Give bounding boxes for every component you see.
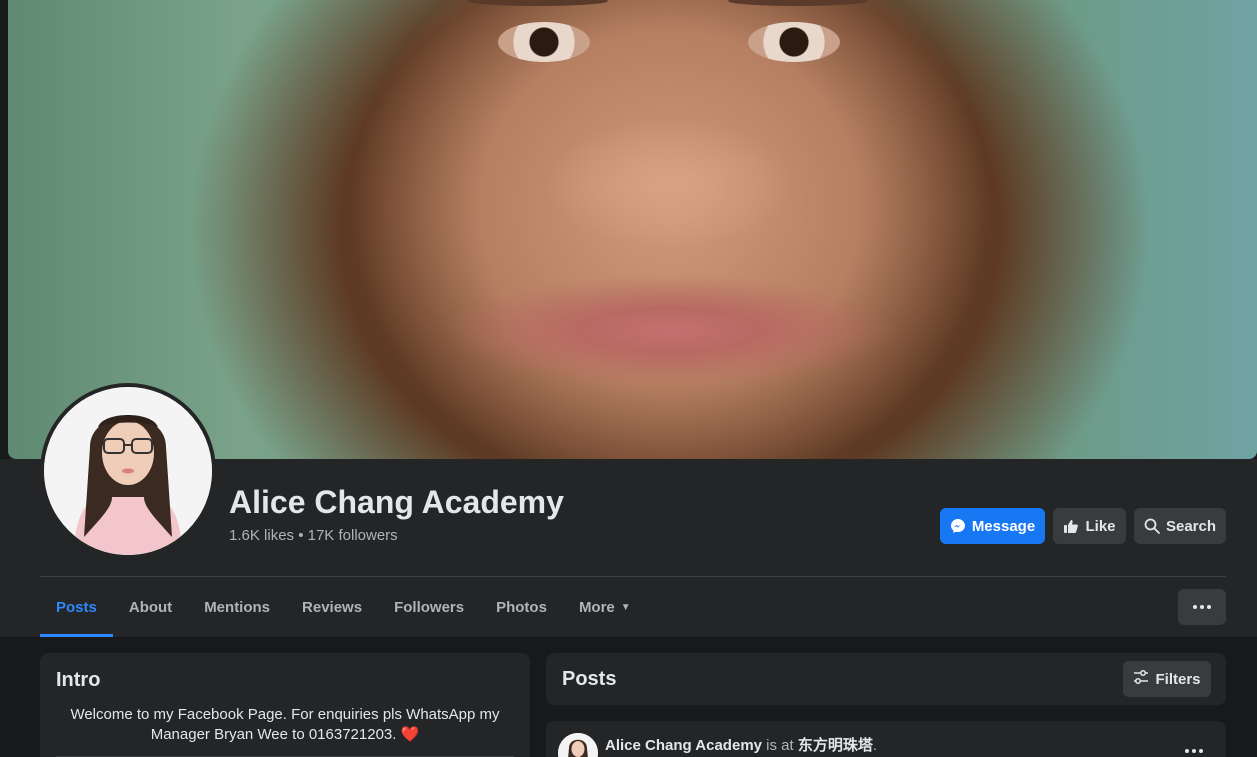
- search-button[interactable]: Search: [1134, 508, 1226, 544]
- cover-photo[interactable]: [8, 0, 1257, 459]
- post-author-avatar[interactable]: [558, 733, 598, 757]
- tab-label: Followers: [394, 598, 465, 616]
- tab-label: Mentions: [204, 598, 271, 616]
- intro-bio-text: Welcome to my Facebook Page. For enquiri…: [70, 706, 500, 743]
- message-label: Message: [971, 517, 1036, 535]
- tab-label: More: [578, 598, 615, 616]
- tab-posts[interactable]: Posts: [40, 577, 113, 637]
- page-tabs: Posts About Mentions Reviews Followers P…: [40, 577, 647, 637]
- like-button[interactable]: Like: [1053, 508, 1126, 544]
- tab-more[interactable]: More ▼: [563, 577, 647, 637]
- tab-reviews[interactable]: Reviews: [286, 577, 378, 637]
- post-connector: is at: [762, 737, 798, 754]
- tab-photos[interactable]: Photos: [480, 577, 563, 637]
- messenger-icon: [950, 518, 966, 534]
- like-label: Like: [1085, 517, 1116, 535]
- heart-emoji: ❤️: [400, 726, 420, 743]
- tab-followers[interactable]: Followers: [378, 577, 480, 637]
- profile-avatar: [44, 387, 212, 555]
- profile-picture[interactable]: [40, 383, 216, 559]
- page-title: Alice Chang Academy: [229, 484, 564, 520]
- cover-brow-right: [728, 0, 868, 6]
- search-label: Search: [1165, 517, 1217, 535]
- tab-mentions[interactable]: Mentions: [188, 577, 286, 637]
- post-author-name[interactable]: Alice Chang Academy: [605, 737, 762, 754]
- more-dots-icon: [1193, 605, 1211, 609]
- filters-label: Filters: [1155, 670, 1201, 688]
- post-options-button[interactable]: [1174, 739, 1214, 757]
- tab-label: Photos: [496, 598, 547, 616]
- cover-eye-left: [498, 22, 590, 62]
- posts-title: Posts: [562, 668, 617, 690]
- post-header: Alice Chang Academy is at 东方明珠塔.: [605, 734, 877, 755]
- cover-eye-right: [748, 22, 840, 62]
- message-button[interactable]: Message: [940, 508, 1045, 544]
- posts-header-card: Posts Filters: [546, 653, 1226, 705]
- tab-about[interactable]: About: [113, 577, 188, 637]
- more-dots-icon: [1185, 749, 1203, 753]
- page-stats[interactable]: 1.6K likes • 17K followers: [229, 527, 398, 544]
- filters-button[interactable]: Filters: [1123, 661, 1211, 697]
- cover-brow-left: [468, 0, 608, 6]
- intro-card: Intro Welcome to my Facebook Page. For e…: [40, 653, 530, 757]
- post-place[interactable]: 东方明珠塔: [798, 737, 873, 754]
- filters-icon: [1133, 669, 1149, 689]
- tab-label: Reviews: [302, 598, 363, 616]
- tab-label: Posts: [56, 598, 97, 616]
- more-options-button[interactable]: [1178, 589, 1226, 625]
- search-icon: [1144, 518, 1160, 534]
- intro-title: Intro: [56, 669, 101, 691]
- post-card: Alice Chang Academy is at 东方明珠塔.: [546, 721, 1226, 757]
- tab-label: About: [128, 598, 173, 616]
- post-suffix: .: [872, 737, 878, 754]
- caret-down-icon: ▼: [620, 601, 631, 613]
- intro-bio: Welcome to my Facebook Page. For enquiri…: [56, 705, 514, 745]
- avatar-illustration: [44, 387, 212, 555]
- thumbs-up-icon: [1063, 518, 1079, 534]
